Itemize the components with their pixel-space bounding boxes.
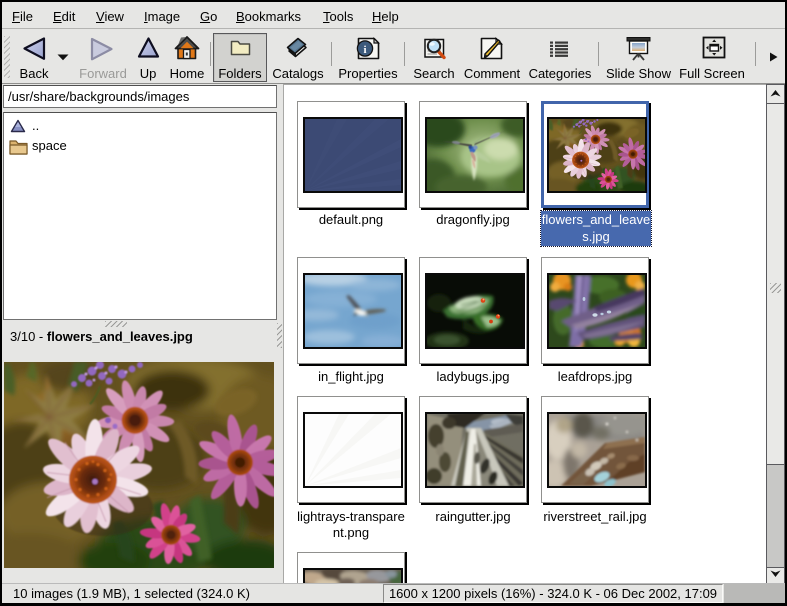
svg-text:i: i (363, 44, 366, 56)
